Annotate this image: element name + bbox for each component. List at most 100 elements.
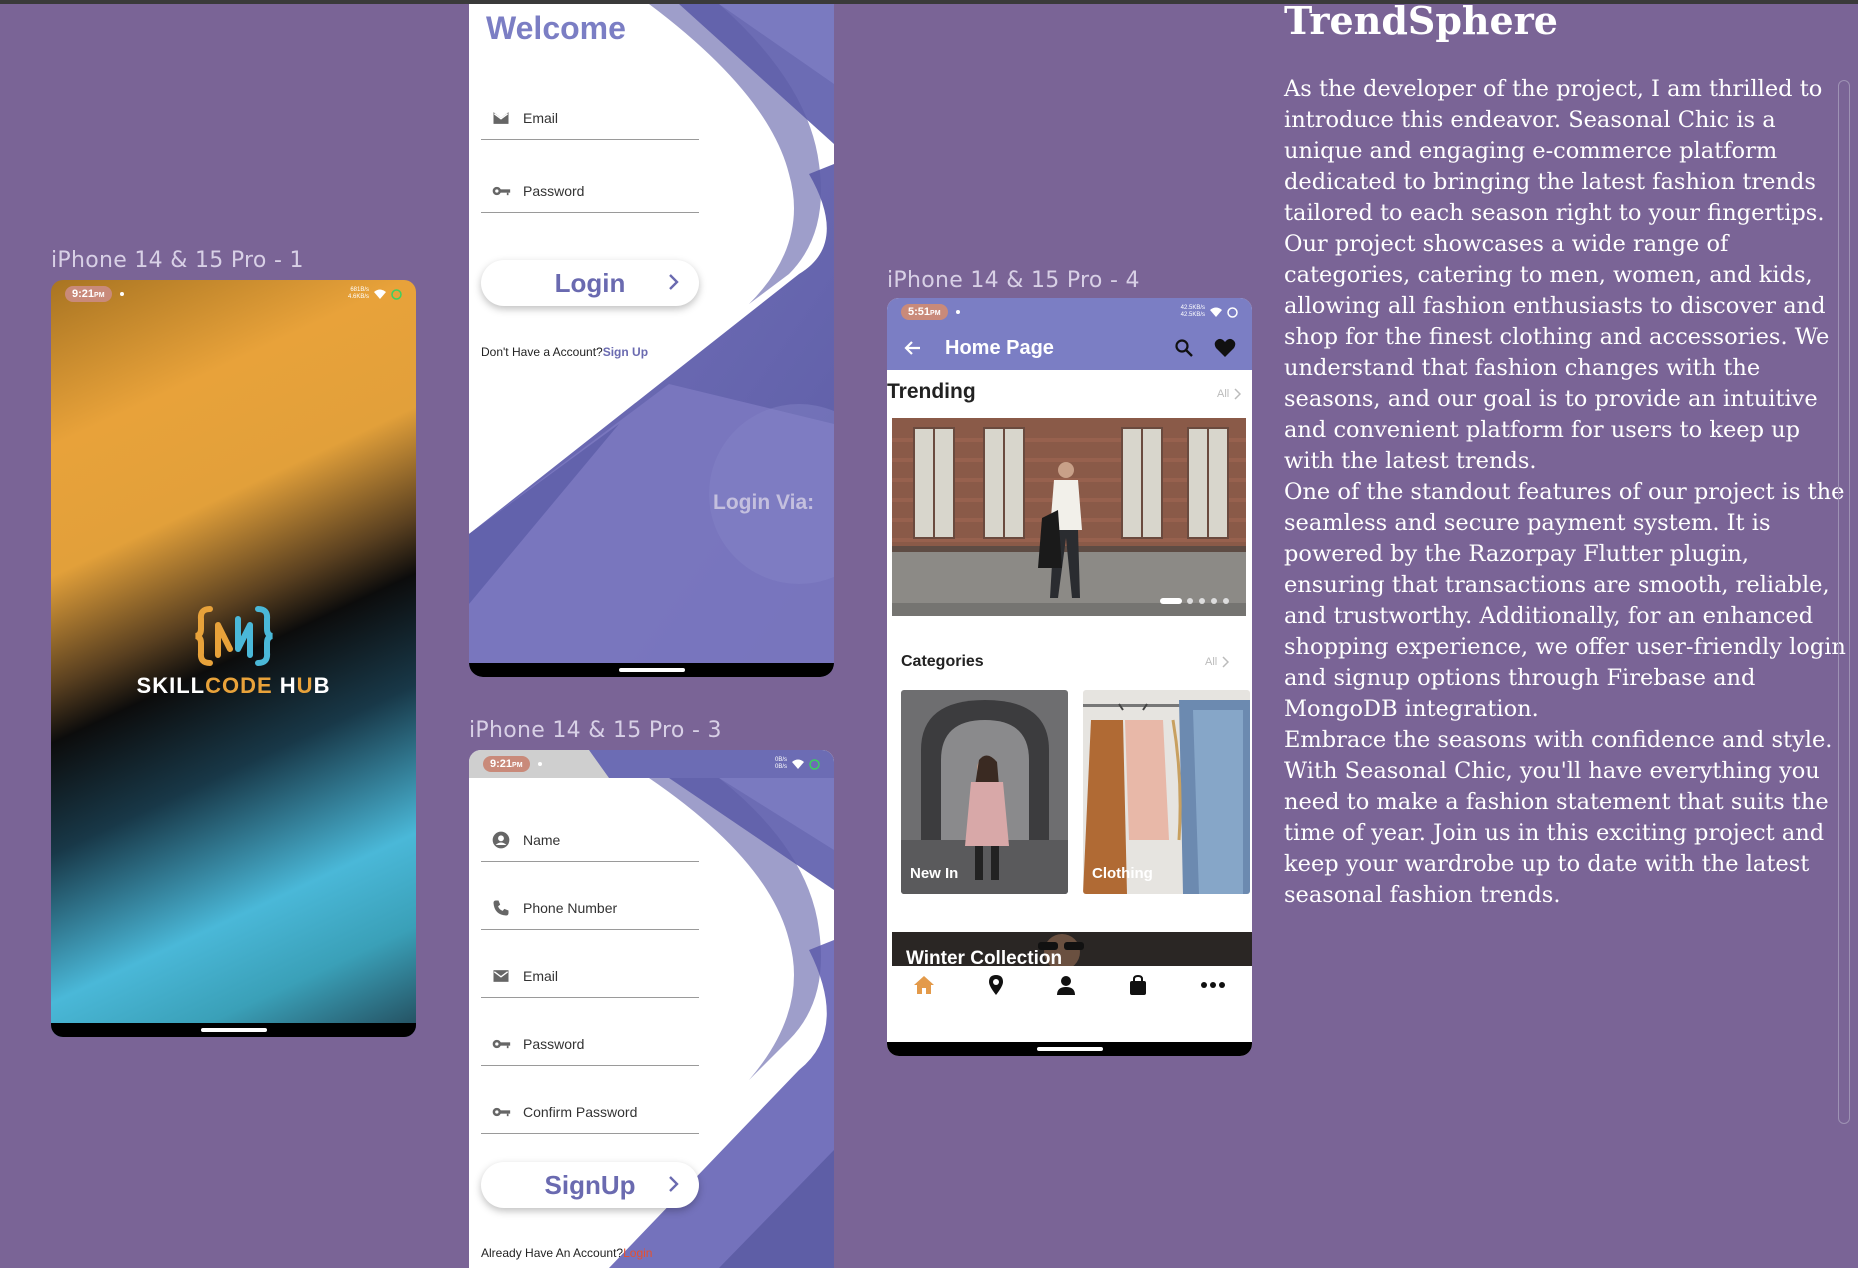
password-placeholder: Password	[523, 182, 585, 199]
winter-collection-banner[interactable]: Winter Collection	[892, 932, 1252, 966]
status-time: 9:21PM	[483, 756, 530, 772]
net-up-speed: 681B/s	[350, 287, 369, 293]
key-icon	[492, 186, 511, 195]
search-icon[interactable]	[1174, 338, 1194, 358]
brand-h: H	[272, 673, 297, 698]
profile-icon[interactable]	[1056, 975, 1076, 995]
net-down-speed: 42.5KB/s	[1180, 312, 1205, 318]
location-pin-icon[interactable]	[988, 974, 1004, 996]
article-paragraph-3: One of the standout features of our proj…	[1284, 479, 1846, 722]
have-account-text: Already Have An Account?	[481, 1246, 624, 1260]
splash-screen: 9:21PM 681B/s 4.6KB/s SKILLCODE HUB	[51, 280, 416, 1037]
wifi-icon	[792, 759, 804, 769]
email-field[interactable]: Email	[481, 954, 699, 998]
frame-label-3: iPhone 14 & 15 Pro - 3	[469, 718, 722, 743]
login-screen: Welcome Email Password Login Don't Have …	[469, 4, 834, 677]
chevron-right-icon	[669, 1176, 679, 1192]
notification-dot	[119, 292, 124, 296]
signup-button[interactable]: SignUp	[481, 1162, 699, 1208]
mail-icon	[493, 969, 509, 982]
password-field[interactable]: Password	[481, 1022, 699, 1066]
category-card-new-in[interactable]: New In	[901, 690, 1068, 894]
notification-dot	[955, 310, 960, 314]
home-indicator-bar	[887, 1042, 1252, 1056]
winter-collection-title: Winter Collection	[906, 948, 1063, 966]
battery-icon	[809, 758, 820, 770]
app-bar: Home Page	[887, 326, 1252, 370]
password-field[interactable]: Password	[481, 169, 699, 213]
brand-b: B	[313, 673, 331, 698]
project-description: TrendSphere As the developer of the proj…	[1284, 0, 1850, 911]
frame-label-1: iPhone 14 & 15 Pro - 1	[51, 248, 304, 273]
battery-icon	[391, 288, 402, 300]
heart-icon[interactable]	[1214, 338, 1236, 358]
more-icon[interactable]	[1200, 981, 1226, 989]
chevron-right-icon	[669, 274, 679, 290]
login-button[interactable]: Login	[481, 260, 699, 306]
key-icon	[492, 1039, 511, 1048]
article-paragraph-4: Embrace the seasons with confidence and …	[1284, 727, 1833, 908]
home-icon[interactable]	[913, 975, 935, 995]
status-bar: 5:51PM 42.5KB/s 42.5KB/s	[887, 298, 1252, 326]
signup-button-label: SignUp	[544, 1169, 636, 1200]
confirm-password-field[interactable]: Confirm Password	[481, 1090, 699, 1134]
net-down-speed: 0B/s	[774, 764, 787, 770]
no-account-text: Don't Have a Account?	[481, 345, 603, 359]
phone-field[interactable]: Phone Number	[481, 886, 699, 930]
home-screen: 5:51PM 42.5KB/s 42.5KB/s Home Page Trendi…	[887, 298, 1252, 1056]
article-paragraph-2: Our project showcases a wide range of ca…	[1284, 231, 1830, 474]
account-circle-icon	[492, 831, 510, 848]
signup-prompt: Don't Have a Account?Sign Up	[481, 345, 648, 359]
mail-icon	[493, 111, 509, 124]
home-page-title: Home Page	[945, 336, 1054, 359]
email-field[interactable]: Email	[481, 96, 699, 140]
login-button-label: Login	[554, 267, 626, 298]
signup-link[interactable]: Sign Up	[603, 345, 648, 359]
new-in-image	[901, 690, 1068, 894]
login-link[interactable]: Login	[623, 1246, 652, 1260]
article-scrollbar[interactable]	[1838, 80, 1850, 1124]
chevron-right-icon	[1234, 388, 1242, 400]
bottom-nav-bar	[887, 966, 1252, 1042]
phone-icon	[493, 900, 509, 915]
trending-see-all[interactable]: All	[1217, 388, 1242, 400]
key-icon	[492, 1107, 511, 1116]
home-indicator-bar	[469, 663, 834, 677]
login-prompt: Already Have An Account?Login	[481, 1246, 652, 1260]
back-arrow-icon[interactable]	[903, 338, 923, 358]
see-all-label: All	[1205, 656, 1218, 668]
clothing-image	[1083, 690, 1250, 894]
brand-skill: SKILL	[136, 673, 206, 698]
see-all-label: All	[1217, 388, 1230, 400]
chevron-right-icon	[1222, 656, 1230, 668]
category-label-new-in: New In	[910, 865, 959, 882]
categories-see-all[interactable]: All	[1205, 656, 1230, 668]
status-time: 9:21PM	[65, 286, 112, 302]
trending-banner-image[interactable]	[892, 418, 1246, 616]
welcome-title: Welcome	[486, 10, 626, 46]
status-time: 5:51PM	[901, 304, 948, 320]
wifi-icon	[1210, 307, 1222, 317]
shopping-bag-icon[interactable]	[1129, 975, 1147, 995]
login-via-label: Login Via:	[713, 491, 815, 514]
email-placeholder: Email	[523, 109, 559, 126]
category-card-clothing[interactable]: Clothing	[1083, 690, 1250, 894]
status-bar: 9:21PM 0B/s 0B/s	[469, 750, 834, 778]
email-placeholder: Email	[523, 967, 559, 984]
article-title: TrendSphere	[1284, 0, 1558, 43]
signup-screen: 9:21PM 0B/s 0B/s Name Phone Number Email …	[469, 750, 834, 1268]
home-indicator-bar	[51, 1023, 416, 1037]
net-up-speed: 0B/s	[774, 757, 787, 763]
phone-placeholder: Phone Number	[523, 899, 618, 916]
skillcode-logo-icon	[195, 606, 273, 666]
categories-title: Categories	[901, 653, 984, 670]
status-bar: 9:21PM 681B/s 4.6KB/s	[51, 280, 416, 308]
net-down-speed: 4.6KB/s	[347, 294, 369, 300]
name-placeholder: Name	[523, 831, 561, 848]
article-paragraph-1: As the developer of the project, I am th…	[1284, 76, 1825, 226]
alarm-icon	[1227, 306, 1238, 318]
name-field[interactable]: Name	[481, 818, 699, 862]
notification-dot	[537, 762, 542, 766]
category-label-clothing: Clothing	[1092, 865, 1153, 882]
net-up-speed: 42.5KB/s	[1180, 305, 1205, 311]
